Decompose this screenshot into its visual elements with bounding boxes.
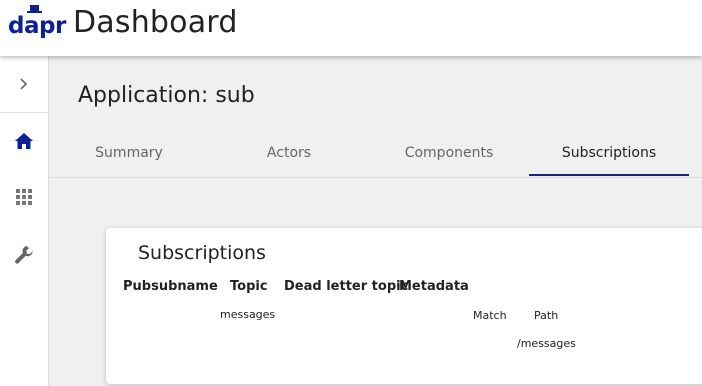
- tab-bar: Summary Actors Components Subscriptions: [49, 130, 702, 178]
- card-title: Subscriptions: [138, 242, 266, 264]
- logo-text: dapr: [8, 13, 66, 39]
- rules-header-path: Path: [534, 309, 559, 322]
- chevron-right-icon: [20, 78, 28, 90]
- page-title: Application: sub: [78, 83, 255, 108]
- tab-components[interactable]: Components: [369, 130, 529, 176]
- column-header-pubsubname: Pubsubname: [123, 279, 218, 294]
- tab-actors[interactable]: Actors: [209, 130, 369, 176]
- tab-subscriptions[interactable]: Subscriptions: [529, 130, 689, 176]
- dapr-logo[interactable]: dapr: [8, 4, 66, 44]
- column-header-dead-letter-topic: Dead letter topic: [284, 279, 409, 294]
- rules-header-match: Match: [473, 309, 507, 322]
- main-content: Application: sub Summary Actors Componen…: [49, 56, 702, 386]
- subscriptions-card: Subscriptions Pubsubname Topic Dead lett…: [106, 228, 702, 384]
- top-app-bar: dapr Dashboard: [0, 0, 702, 56]
- active-tab-indicator: [529, 174, 689, 176]
- sidebar-item-home[interactable]: [0, 113, 48, 169]
- column-header-metadata: Metadata: [399, 279, 469, 294]
- tab-summary[interactable]: Summary: [49, 130, 209, 176]
- home-icon: [15, 133, 33, 149]
- sidebar: [0, 56, 49, 386]
- grid-icon: [16, 189, 32, 205]
- sidebar-expand-button[interactable]: [0, 56, 48, 112]
- column-header-topic: Topic: [230, 279, 268, 294]
- cell-topic: messages: [220, 308, 276, 321]
- app-title: Dashboard: [73, 5, 238, 40]
- sidebar-item-settings[interactable]: [0, 227, 48, 283]
- rule-path-value: /messages: [517, 337, 576, 350]
- sidebar-item-apps[interactable]: [0, 169, 48, 225]
- wrench-icon: [15, 245, 33, 264]
